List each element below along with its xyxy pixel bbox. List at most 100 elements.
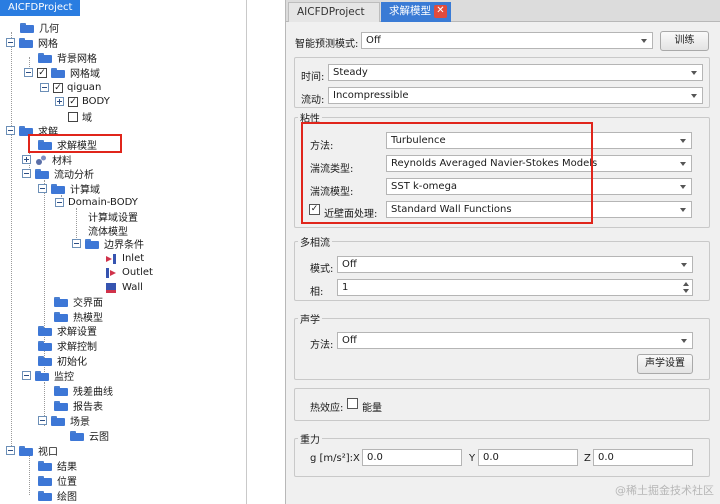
tree-item-residual-plot[interactable]: 残差曲线 xyxy=(54,383,113,398)
collapse-toggle-icon[interactable] xyxy=(24,68,33,77)
tree-item-location[interactable]: 位置 xyxy=(38,473,77,488)
gravity-x-input[interactable]: 0.0 xyxy=(362,449,462,466)
chevron-down-icon xyxy=(691,94,697,98)
outlet-icon xyxy=(106,267,116,278)
collapse-toggle-icon[interactable] xyxy=(6,446,15,455)
tree-item-mesh-domain[interactable]: ✓ 网格域 xyxy=(24,65,100,80)
tree-item-qiguan[interactable]: ✓ qiguan xyxy=(40,80,101,95)
acoustics-method-select[interactable]: Off xyxy=(337,332,693,349)
spin-up-icon[interactable] xyxy=(683,282,689,286)
tree-item-materials[interactable]: 材料 xyxy=(22,152,72,167)
phase-value: 1 xyxy=(342,282,349,293)
tree-item-domain[interactable]: 域 xyxy=(55,109,92,124)
train-button[interactable]: 训练 xyxy=(660,31,709,51)
folder-icon xyxy=(70,430,84,441)
tree-item-label: 残差曲线 xyxy=(73,387,113,398)
checked-checkbox-icon[interactable]: ✓ xyxy=(53,82,63,93)
tree-connector xyxy=(11,32,12,450)
tree-item-contour[interactable]: 云图 xyxy=(70,428,109,443)
collapse-toggle-icon[interactable] xyxy=(55,198,64,207)
close-icon[interactable]: ✕ xyxy=(434,5,447,18)
tree-item-label: 边界条件 xyxy=(104,240,144,251)
folder-icon xyxy=(38,340,52,351)
tree-item-scene[interactable]: 场景 xyxy=(38,413,90,428)
chevron-down-icon xyxy=(680,162,686,166)
collapse-toggle-icon[interactable] xyxy=(6,38,15,47)
collapse-toggle-icon[interactable] xyxy=(40,83,49,92)
folder-icon xyxy=(85,238,99,249)
expand-toggle-icon[interactable] xyxy=(55,97,64,106)
checked-checkbox-icon[interactable]: ✓ xyxy=(68,96,78,107)
tree-item-computational-domain[interactable]: 计算域 xyxy=(38,181,100,196)
energy-checkbox[interactable] xyxy=(347,398,358,409)
tree-item-background-mesh[interactable]: 背景网格 xyxy=(38,50,97,65)
tree-item-viewport[interactable]: 视口 xyxy=(6,443,58,458)
collapse-toggle-icon[interactable] xyxy=(22,371,31,380)
tree-item-label: 初始化 xyxy=(57,357,87,368)
collapse-toggle-icon[interactable] xyxy=(72,239,81,248)
tree-item-label: Inlet xyxy=(122,253,145,264)
smart-mode-select[interactable]: Off xyxy=(361,32,653,49)
tree-item-label: BODY xyxy=(82,96,110,107)
folder-icon xyxy=(19,37,33,48)
tree-item-domain-body[interactable]: Domain-BODY xyxy=(55,195,138,210)
tree-item-boundary-conditions[interactable]: 边界条件 xyxy=(72,236,144,251)
tree-item-report-table[interactable]: 报告表 xyxy=(54,398,103,413)
tree-item-label: 报告表 xyxy=(73,402,103,413)
tree-item-label: 交界面 xyxy=(73,298,103,309)
folder-icon xyxy=(38,52,52,63)
gravity-z-input[interactable]: 0.0 xyxy=(593,449,693,466)
chevron-down-icon xyxy=(680,208,686,212)
collapse-toggle-icon[interactable] xyxy=(22,169,31,178)
acoustics-settings-button[interactable]: 声学设置 xyxy=(637,354,693,374)
tree-item-plot[interactable]: 绘图 xyxy=(38,488,77,503)
gravity-y-label: Y xyxy=(469,453,476,464)
tree-item-geometry[interactable]: 几何 xyxy=(20,20,59,35)
solver-model-panel: AICFDProject 求解模型 ✕ 智能预测模式: Off 训练 时间: S… xyxy=(285,0,720,504)
tree-item-label: 求解控制 xyxy=(57,342,97,353)
tree-item-thermal-model[interactable]: 热模型 xyxy=(54,309,103,324)
time-select[interactable]: Steady xyxy=(328,64,703,81)
folder-icon xyxy=(54,296,68,307)
checked-checkbox-icon[interactable]: ✓ xyxy=(37,67,47,78)
folder-icon xyxy=(38,355,52,366)
unchecked-checkbox-icon[interactable] xyxy=(68,111,78,122)
tree-item-label: 视口 xyxy=(38,447,58,458)
acoustics-method-value: Off xyxy=(342,335,357,346)
tree-item-label: Outlet xyxy=(122,267,153,278)
gravity-y-input[interactable]: 0.0 xyxy=(478,449,578,466)
flow-select[interactable]: Incompressible xyxy=(328,87,703,104)
project-tree-panel: AICFDProject 几何 网格 背景网格 ✓ 网格域 ✓ qiguan ✓… xyxy=(0,0,247,504)
tree-item-initialization[interactable]: 初始化 xyxy=(38,353,87,368)
collapse-toggle-icon[interactable] xyxy=(38,416,47,425)
folder-icon xyxy=(38,490,52,501)
tree-item-wall[interactable]: Wall xyxy=(105,280,143,295)
tree-item-label: 热模型 xyxy=(73,313,103,324)
tree-item-inlet[interactable]: Inlet xyxy=(105,251,144,266)
spin-down-icon[interactable] xyxy=(683,289,689,293)
tree-item-solver-settings[interactable]: 求解设置 xyxy=(38,323,97,338)
tree-item-mesh[interactable]: 网格 xyxy=(6,35,58,50)
tree-item-outlet[interactable]: Outlet xyxy=(105,265,153,280)
tree-item-interface[interactable]: 交界面 xyxy=(54,294,103,309)
tree-item-domain-settings[interactable]: 计算域设置 xyxy=(88,209,138,224)
tab-aicfd-project[interactable]: AICFDProject xyxy=(288,2,380,22)
tree-item-body[interactable]: ✓ BODY xyxy=(55,94,110,109)
acoustics-method-label: 方法: xyxy=(310,340,334,351)
phase-spinbox[interactable]: 1 xyxy=(337,279,693,296)
tree-panel-title: AICFDProject xyxy=(0,0,81,16)
collapse-toggle-icon[interactable] xyxy=(6,126,15,135)
tree-item-monitor[interactable]: 监控 xyxy=(22,368,74,383)
tree-item-flow-analysis[interactable]: 流动分析 xyxy=(22,166,94,181)
smart-mode-label: 智能预测模式: xyxy=(295,39,359,50)
tree-item-solver-control[interactable]: 求解控制 xyxy=(38,338,97,353)
flow-value: Incompressible xyxy=(333,90,409,101)
gravity-z-label: Z xyxy=(584,453,591,464)
collapse-toggle-icon[interactable] xyxy=(38,184,47,193)
folder-icon xyxy=(38,475,52,486)
tree-item-label: 场景 xyxy=(70,417,90,428)
multiphase-mode-select[interactable]: Off xyxy=(337,256,693,273)
tree-item-results[interactable]: 结果 xyxy=(38,458,77,473)
tree-item-label: 绘图 xyxy=(57,492,77,503)
expand-toggle-icon[interactable] xyxy=(22,155,31,164)
